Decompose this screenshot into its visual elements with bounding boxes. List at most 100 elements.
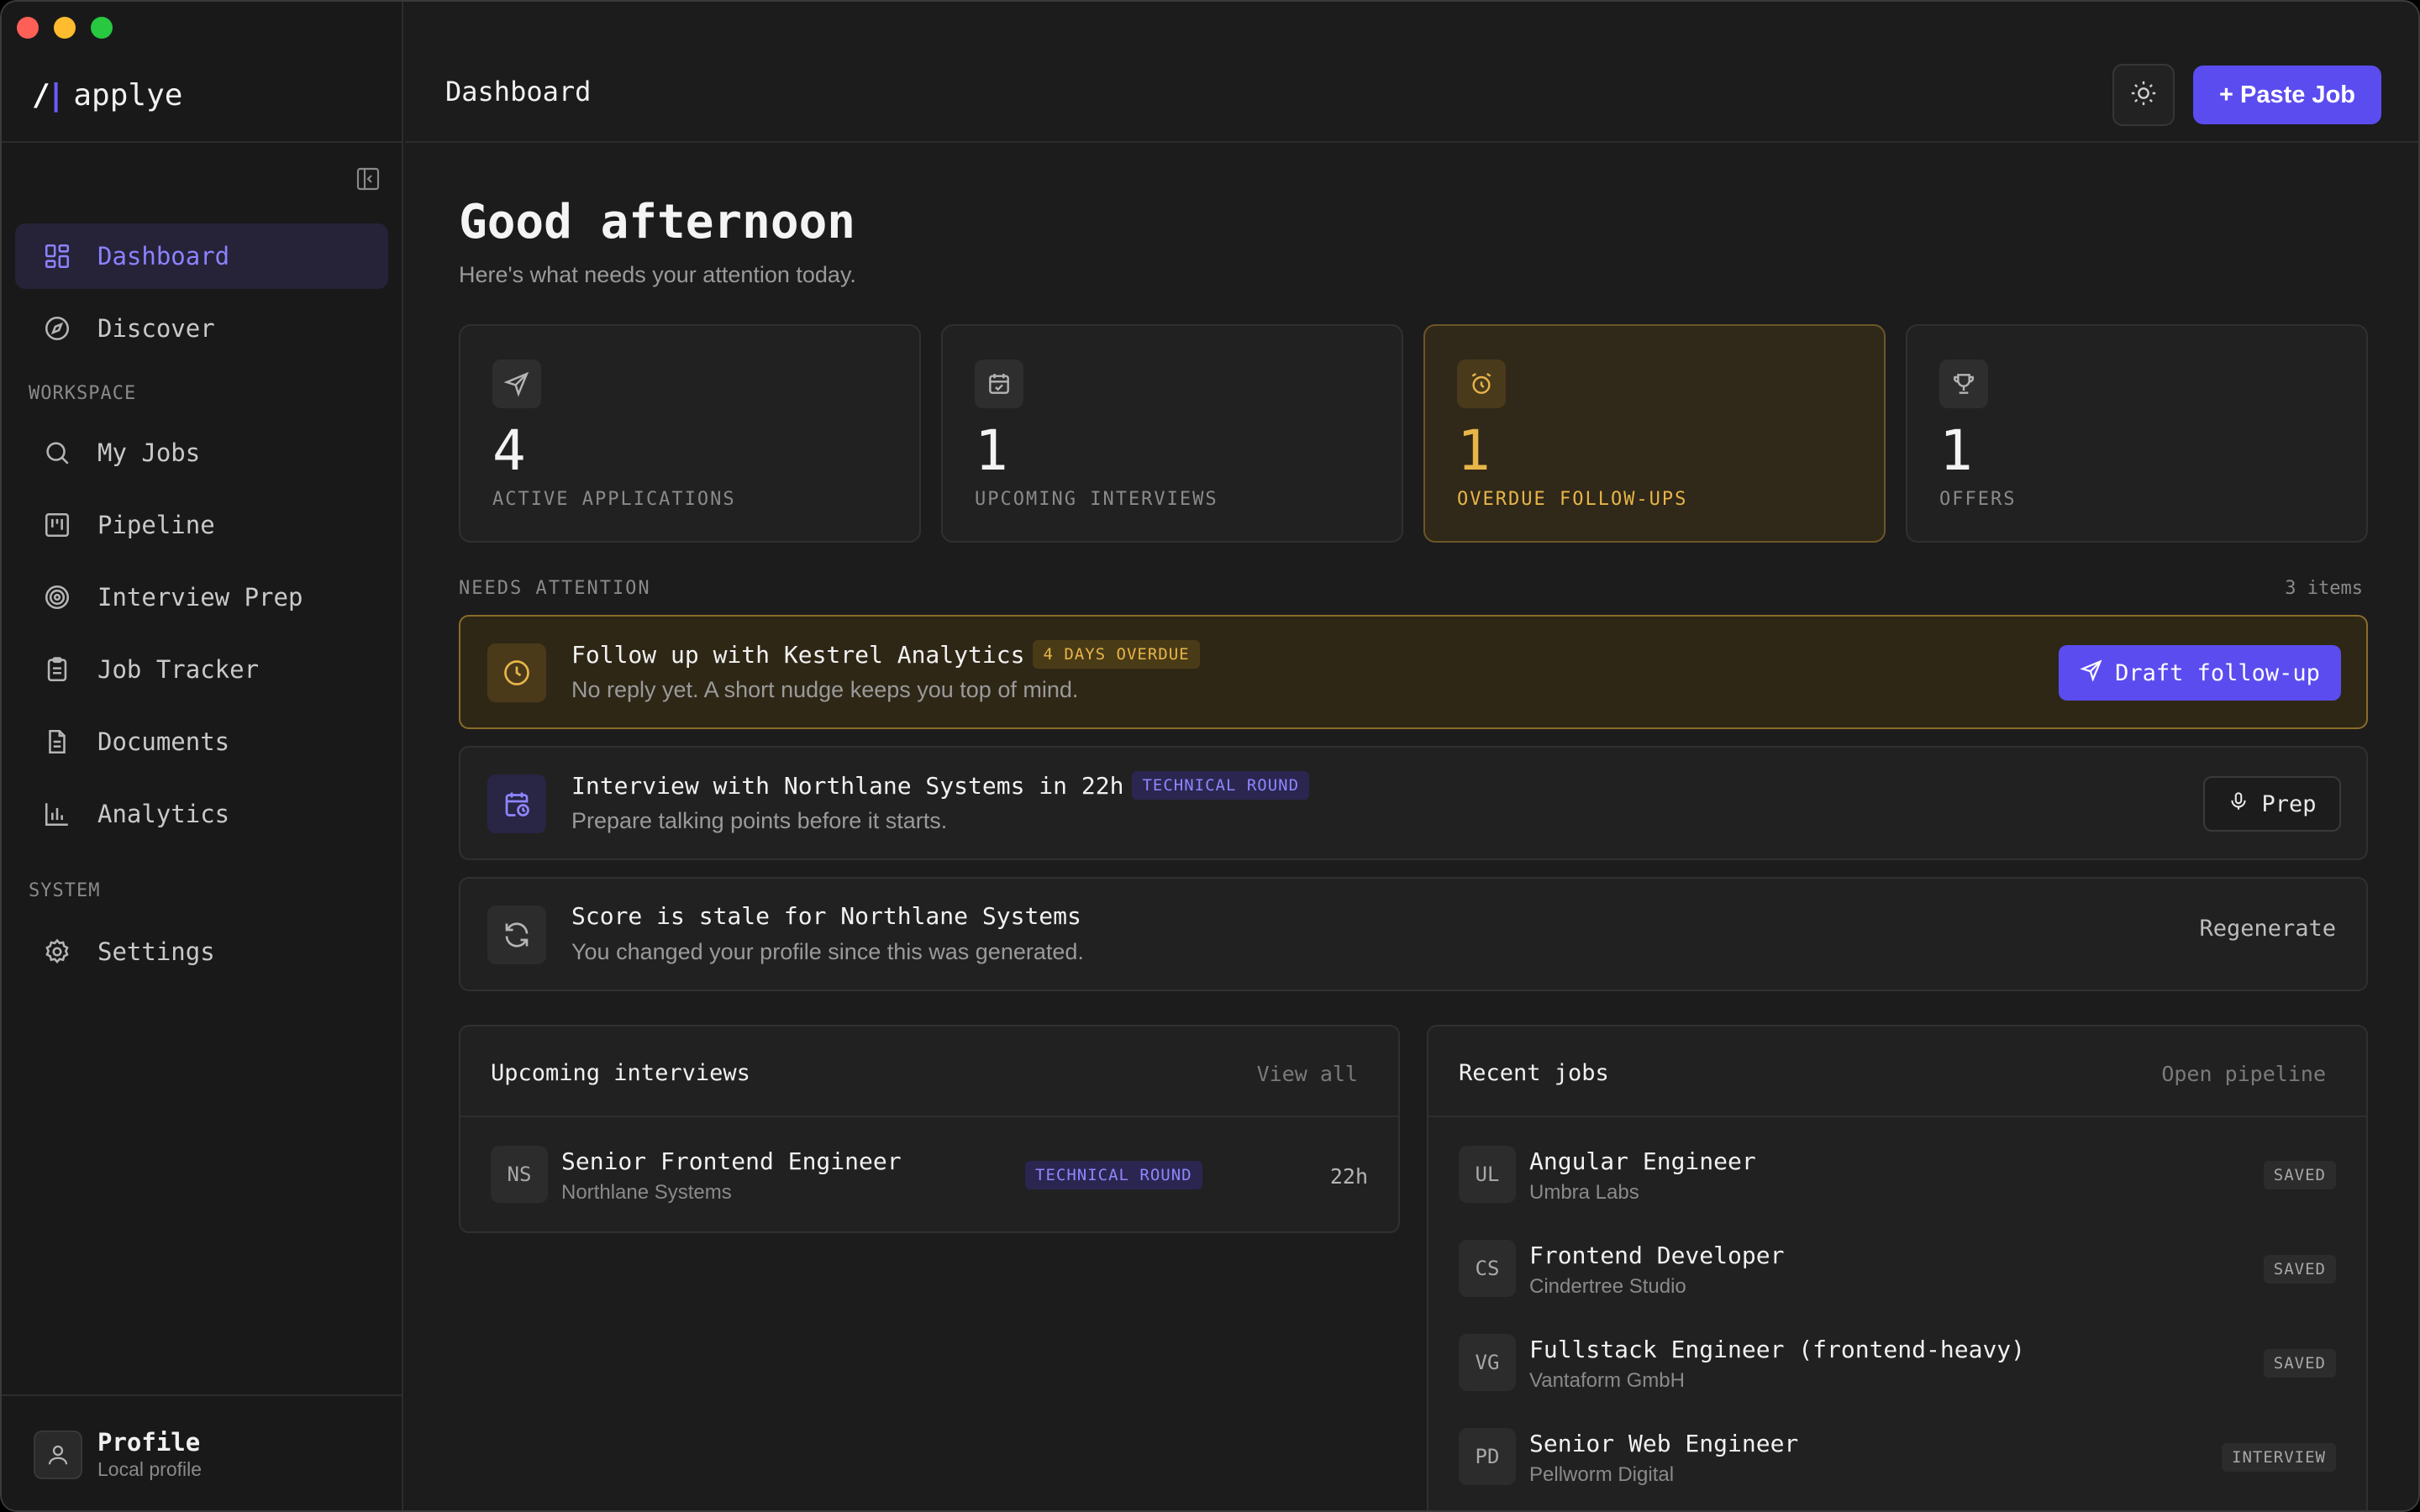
attention-item-interview: Interview with Northlane Systems in 22h … (459, 746, 2368, 860)
job-company: Pellworm Digital (1529, 1463, 1675, 1486)
interview-type-badge: TECHNICAL ROUND (1025, 1161, 1202, 1189)
stat-value: 4 (492, 418, 526, 483)
sidebar-item-pipeline[interactable]: Pipeline (15, 492, 388, 558)
sidebar-item-label: Discover (97, 314, 215, 343)
view-all-link[interactable]: View all (1257, 1062, 1358, 1086)
draft-follow-up-button[interactable]: Draft follow-up (2059, 645, 2341, 701)
kanban-icon (42, 510, 72, 540)
sun-icon (2129, 79, 2158, 112)
profile-name: Profile (97, 1428, 201, 1457)
attention-title: Follow up with Kestrel Analytics (571, 640, 1025, 669)
company-initials: UL (1459, 1146, 1516, 1203)
system-section-label: SYSTEM (29, 880, 101, 901)
stat-card-active-applications[interactable]: 4 ACTIVE APPLICATIONS (459, 324, 921, 543)
company-initials: PD (1459, 1428, 1516, 1485)
top-bar: Dashboard + Paste Job (405, 2, 2418, 143)
job-row[interactable]: VG Fullstack Engineer (frontend-heavy) V… (1428, 1305, 2366, 1399)
prep-button[interactable]: Prep (2203, 776, 2341, 832)
attention-title: Interview with Northlane Systems in 22h (571, 771, 1124, 800)
profile-subtitle: Local profile (97, 1458, 203, 1480)
profile-text: Profile Local profile (97, 1428, 202, 1481)
stat-card-overdue-follow-ups[interactable]: 1 OVERDUE FOLLOW-UPS (1423, 324, 1886, 543)
company-initials: CS (1459, 1240, 1516, 1297)
sidebar-item-dashboard[interactable]: Dashboard (15, 223, 388, 289)
sidebar-item-label: Interview Prep (97, 583, 303, 612)
compass-icon (42, 313, 72, 344)
card-title: Recent jobs (1459, 1060, 1609, 1086)
job-title: Fullstack Engineer (frontend-heavy) (1529, 1336, 2026, 1363)
needs-attention-label: NEEDS ATTENTION (459, 578, 651, 599)
brand-logo[interactable]: /| applye (32, 74, 182, 116)
needs-attention-count: 3 items (2285, 578, 2363, 599)
attention-title-row: Interview with Northlane Systems in 22h … (571, 771, 1310, 800)
document-icon (42, 727, 72, 757)
sidebar-item-interview-prep[interactable]: Interview Prep (15, 564, 388, 630)
greeting-subtitle: Here's what needs your attention today. (459, 262, 856, 287)
minimize-window-button[interactable] (54, 17, 76, 39)
attention-item-follow-up: Follow up with Kestrel Analytics 4 DAYS … (459, 615, 2368, 729)
search-icon (42, 438, 72, 468)
collapse-sidebar-icon[interactable] (355, 165, 381, 192)
card-header: Upcoming interviews View all (460, 1026, 1398, 1117)
job-status-badge: SAVED (2263, 1349, 2336, 1378)
attention-title: Score is stale for Northlane Systems (571, 902, 1081, 930)
microphone-icon (2228, 790, 2249, 818)
close-window-button[interactable] (17, 17, 39, 39)
sidebar: /| applye Dashboard Discover WORKSPACE M… (2, 2, 403, 1510)
paste-job-button[interactable]: + Paste Job (2193, 66, 2381, 124)
attention-title-row: Score is stale for Northlane Systems (571, 902, 1081, 930)
sidebar-item-documents[interactable]: Documents (15, 709, 388, 774)
sidebar-item-label: Dashboard (97, 242, 230, 270)
stat-card-offers[interactable]: 1 OFFERS (1906, 324, 2368, 543)
sidebar-item-job-tracker[interactable]: Job Tracker (15, 637, 388, 702)
sidebar-item-label: Documents (97, 727, 230, 756)
job-row[interactable]: UL Angular Engineer Umbra Labs SAVED (1428, 1117, 2366, 1211)
greeting-title: Good afternoon (459, 195, 856, 249)
sidebar-item-label: Analytics (97, 800, 230, 828)
trophy-icon (1939, 360, 1988, 408)
interview-row[interactable]: NS Senior Frontend Engineer Northlane Sy… (460, 1117, 1398, 1231)
sidebar-item-analytics[interactable]: Analytics (15, 781, 388, 847)
recent-jobs-card: Recent jobs Open pipeline UL Angular Eng… (1427, 1025, 2368, 1510)
job-title: Senior Web Engineer (1529, 1430, 1799, 1457)
send-icon (492, 360, 541, 408)
attention-subtitle: Prepare talking points before it starts. (571, 808, 948, 833)
calendar-clock-icon (487, 774, 546, 833)
grid-icon (42, 241, 72, 271)
interview-time: 22h (1329, 1164, 1368, 1189)
stat-value: 1 (1939, 418, 1973, 483)
job-status-badge: INTERVIEW (2222, 1443, 2336, 1472)
attention-subtitle: You changed your profile since this was … (571, 939, 1084, 964)
attention-subtitle: No reply yet. A short nudge keeps you to… (571, 677, 1079, 702)
maximize-window-button[interactable] (91, 17, 113, 39)
theme-toggle-button[interactable] (2112, 64, 2175, 126)
clipboard-icon (42, 654, 72, 685)
company-initials: NS (491, 1146, 548, 1203)
stat-card-upcoming-interviews[interactable]: 1 UPCOMING INTERVIEWS (941, 324, 1403, 543)
card-header: Recent jobs Open pipeline (1428, 1026, 2366, 1117)
job-company: Vantaform GmbH (1529, 1369, 1685, 1392)
sidebar-item-my-jobs[interactable]: My Jobs (15, 420, 388, 486)
sidebar-item-label: Pipeline (97, 511, 215, 539)
sidebar-item-settings[interactable]: Settings (15, 919, 388, 984)
job-row[interactable]: PD Senior Web Engineer Pellworm Digital … (1428, 1399, 2366, 1494)
target-icon (42, 582, 72, 612)
profile-button[interactable]: Profile Local profile (34, 1428, 202, 1481)
regenerate-button[interactable]: Regenerate (2199, 916, 2336, 942)
prep-label: Prep (2261, 790, 2317, 817)
card-title: Upcoming interviews (491, 1060, 750, 1086)
stat-value: 1 (1457, 418, 1491, 483)
job-row[interactable]: CS Frontend Developer Cindertree Studio … (1428, 1211, 2366, 1305)
workspace-section-label: WORKSPACE (29, 383, 137, 404)
sidebar-item-label: My Jobs (97, 438, 201, 467)
sidebar-divider (2, 141, 403, 143)
bar-chart-icon (42, 799, 72, 829)
stat-value: 1 (975, 418, 1008, 483)
sidebar-item-label: Settings (97, 937, 215, 966)
send-icon (2080, 659, 2103, 688)
job-company: Cindertree Studio (1529, 1275, 1686, 1298)
sidebar-item-discover[interactable]: Discover (15, 296, 388, 361)
stat-label: ACTIVE APPLICATIONS (492, 489, 736, 510)
job-status-badge: SAVED (2263, 1255, 2336, 1284)
open-pipeline-link[interactable]: Open pipeline (2161, 1062, 2326, 1086)
